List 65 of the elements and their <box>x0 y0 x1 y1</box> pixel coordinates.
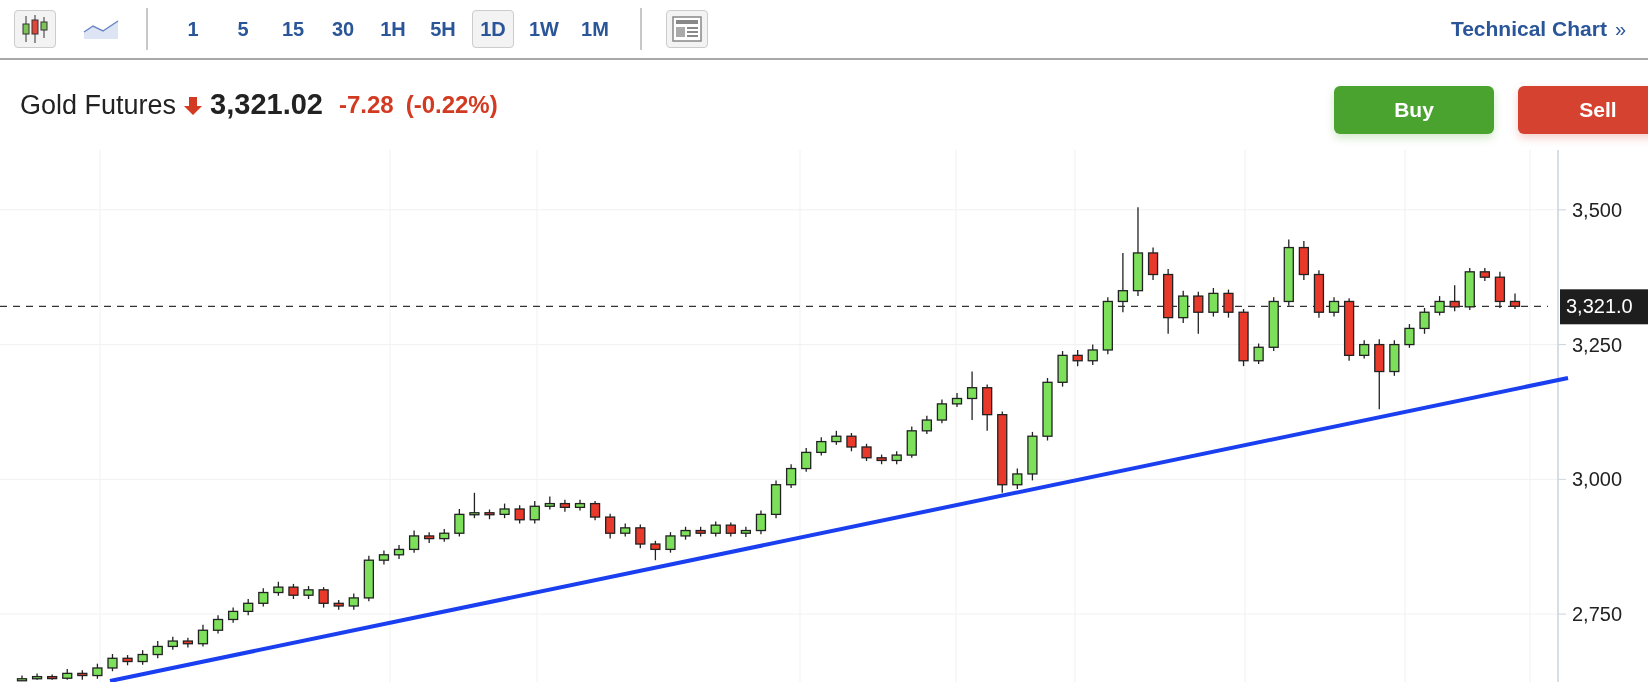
interval-tab[interactable]: 5H <box>422 10 464 48</box>
candlestick <box>182 637 194 649</box>
layout-icon[interactable] <box>666 10 708 48</box>
candlestick <box>635 523 646 549</box>
candlestick <box>1328 296 1340 318</box>
candlestick <box>966 370 978 421</box>
axis-label: 3,500 <box>1572 198 1623 221</box>
candlestick <box>1117 252 1129 313</box>
candlestick <box>197 624 209 648</box>
interval-tab[interactable]: 1D <box>472 10 514 48</box>
price-change-percent: (-0.22%) <box>405 90 498 120</box>
candlestick <box>559 499 571 513</box>
candlestick <box>1509 292 1521 310</box>
candlestick <box>665 531 676 554</box>
candlestick <box>212 614 224 635</box>
candlestick <box>1253 342 1264 365</box>
candlestick <box>650 540 661 561</box>
candlestick <box>1147 246 1159 281</box>
candlestick <box>936 398 948 424</box>
interval-tab[interactable]: 1H <box>372 10 414 48</box>
candlestick <box>1434 295 1445 317</box>
candlestick <box>258 587 269 608</box>
candlestick <box>454 508 465 538</box>
candlestick <box>318 586 329 609</box>
sell-button[interactable]: Sell <box>1518 86 1648 134</box>
candlestick <box>1223 288 1234 319</box>
candlestick <box>1359 339 1370 360</box>
candlestick <box>408 529 420 554</box>
candlestick-chart-icon[interactable] <box>14 10 56 48</box>
candlestick <box>785 463 797 489</box>
candlestick <box>1193 291 1204 335</box>
price-change: -7.28 <box>338 90 394 120</box>
candlestick <box>1087 343 1098 366</box>
candlestick <box>1449 284 1460 312</box>
last-price-tag: 3,321.0 <box>1560 289 1648 325</box>
candlestick <box>1404 323 1415 349</box>
interval-tab[interactable]: 1 <box>172 10 214 48</box>
axis-label: 3,250 <box>1572 333 1623 356</box>
candlestick <box>589 500 601 521</box>
axis-label: 3,000 <box>1572 468 1623 491</box>
candlestick <box>1208 287 1219 318</box>
technical-chart-link[interactable]: Technical Chart <box>1450 13 1607 45</box>
candlestick <box>1178 290 1189 324</box>
candlestick <box>921 415 932 435</box>
candlestick <box>529 500 540 525</box>
candlestick <box>1419 307 1430 335</box>
interval-tab[interactable]: 5 <box>222 10 264 48</box>
candlestick <box>816 436 827 457</box>
instrument-name: Gold Futures <box>20 88 177 122</box>
candlestick <box>740 526 752 538</box>
chevron-icon[interactable]: » <box>1614 14 1626 44</box>
candlestick <box>846 432 857 452</box>
candlestick <box>605 513 616 540</box>
ref-line-label: 3,321.0 <box>1566 295 1633 318</box>
candlestick <box>469 492 480 519</box>
axis-label: 2,750 <box>1572 603 1623 626</box>
last-price: 3,321.02 <box>210 87 323 123</box>
interval-tab[interactable]: 15 <box>272 10 314 48</box>
interval-tab[interactable]: 30 <box>322 10 364 48</box>
interval-tab[interactable]: 1W <box>522 10 566 48</box>
interval-tab[interactable]: 1M <box>574 10 616 48</box>
candlestick <box>801 447 812 473</box>
candlestick <box>755 509 767 535</box>
candlestick <box>1012 467 1023 490</box>
candlestick <box>514 504 525 525</box>
